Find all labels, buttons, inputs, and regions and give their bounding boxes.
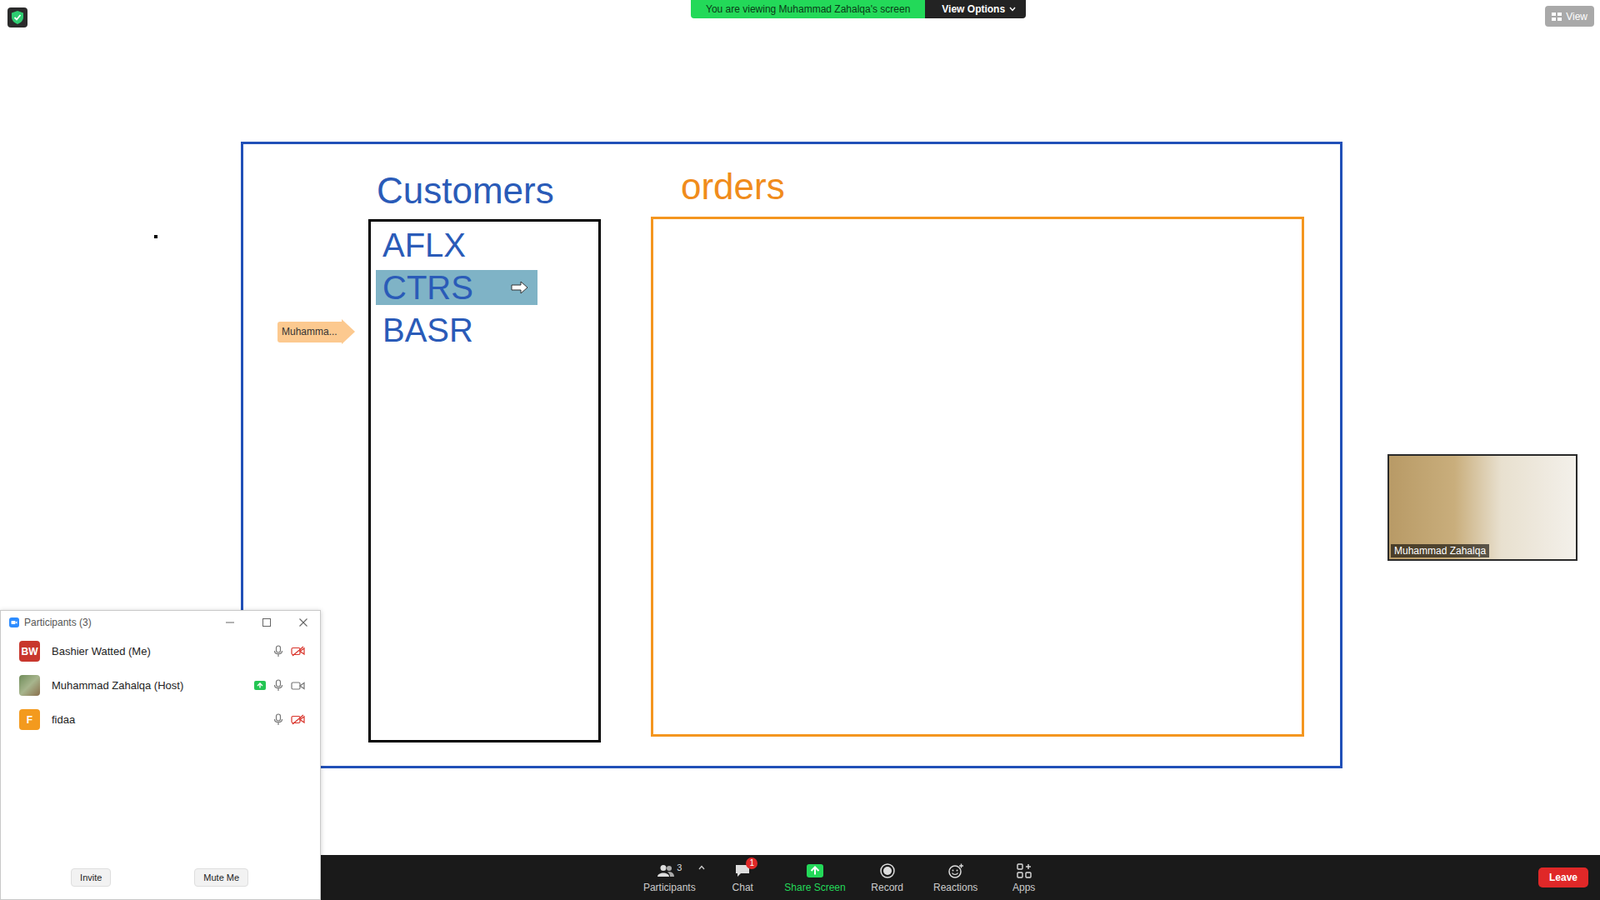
banner-text: You are viewing Muhammad Zahalqa's scree… <box>690 0 925 19</box>
cursor-arrow-icon <box>510 280 530 295</box>
participant-row[interactable]: BW Bashier Watted (Me) <box>0 634 320 669</box>
toolbar-button[interactable]: Share Screen <box>779 859 850 897</box>
grid-icon <box>1551 12 1562 21</box>
zoom-meeting-window: You are viewing Muhammad Zahalqa's scree… <box>0 0 1600 900</box>
chat-badge: 1 <box>745 857 758 870</box>
customer-row[interactable]: BASR <box>375 312 538 348</box>
participant-row[interactable]: Muhammad Zahalqa (Host) <box>0 668 320 703</box>
participants-panel: Participants (3) BW Bashier Watted (Me) … <box>0 610 321 900</box>
avatar-photo <box>19 675 40 696</box>
caret-up-icon[interactable] <box>697 864 706 871</box>
video-tile[interactable]: Muhammad Zahalqa <box>1387 454 1578 561</box>
participant-list: BW Bashier Watted (Me) Muhammad Zahalqa … <box>0 634 320 856</box>
screen-share-icon <box>254 680 266 690</box>
video-name-label: Muhammad Zahalqa <box>1390 544 1490 558</box>
record-icon <box>880 863 895 879</box>
maximize-icon[interactable] <box>261 617 272 628</box>
panel-footer: Invite Mute Me <box>0 855 320 900</box>
remote-pointer-label: Muhamma... <box>277 319 355 345</box>
video-off-icon[interactable] <box>290 714 305 725</box>
security-shield-icon[interactable] <box>7 7 28 28</box>
avatar-initials: F <box>19 709 40 730</box>
toolbar-button[interactable]: Apps <box>992 859 1056 897</box>
chevron-down-icon <box>1009 6 1016 12</box>
mic-icon[interactable] <box>273 645 284 658</box>
toolbar-button[interactable]: 1 Chat <box>710 859 775 897</box>
customers-title: Customers <box>376 172 555 210</box>
avatar-initials: BW <box>19 640 40 662</box>
customers-table: AFLX CTRS BASR <box>368 219 601 743</box>
people-icon <box>656 864 675 878</box>
orders-table <box>650 216 1305 737</box>
annotation-dot <box>154 235 158 239</box>
panel-button[interactable]: Mute Me <box>194 868 249 887</box>
close-icon[interactable] <box>298 617 309 628</box>
panel-header: Participants (3) <box>0 610 320 635</box>
minimize-icon[interactable] <box>225 617 235 628</box>
apps-grid-icon <box>1016 863 1032 879</box>
share-screen-icon <box>805 863 825 879</box>
viewing-banner: You are viewing Muhammad Zahalqa's scree… <box>690 0 1026 19</box>
smiley-plus-icon <box>947 863 965 879</box>
mic-icon[interactable] <box>273 679 284 692</box>
toolbar-button[interactable]: 3 Participants <box>637 859 701 897</box>
customer-row[interactable]: CTRS <box>375 270 538 305</box>
customer-row[interactable]: AFLX <box>375 227 538 263</box>
video-off-icon[interactable] <box>290 645 305 657</box>
toolbar-button[interactable]: Reactions <box>924 859 988 897</box>
leave-button[interactable]: Leave <box>1538 867 1589 888</box>
pointer-arrow-icon <box>341 319 355 345</box>
view-button[interactable]: View <box>1545 5 1595 27</box>
shared-slide: Customers AFLX CTRS BASR orders Muhamma.… <box>240 141 1343 769</box>
toolbar-button[interactable]: Record <box>855 859 920 897</box>
view-options-button[interactable]: View Options <box>925 0 1026 19</box>
video-camera-icon[interactable] <box>290 680 305 691</box>
panel-button[interactable]: Invite <box>70 868 111 887</box>
participant-row[interactable]: F fidaa <box>0 702 320 737</box>
participant-count: 3 <box>676 862 682 873</box>
zoom-logo-icon <box>9 617 20 628</box>
mic-icon[interactable] <box>273 713 284 726</box>
orders-title: orders <box>680 168 785 205</box>
